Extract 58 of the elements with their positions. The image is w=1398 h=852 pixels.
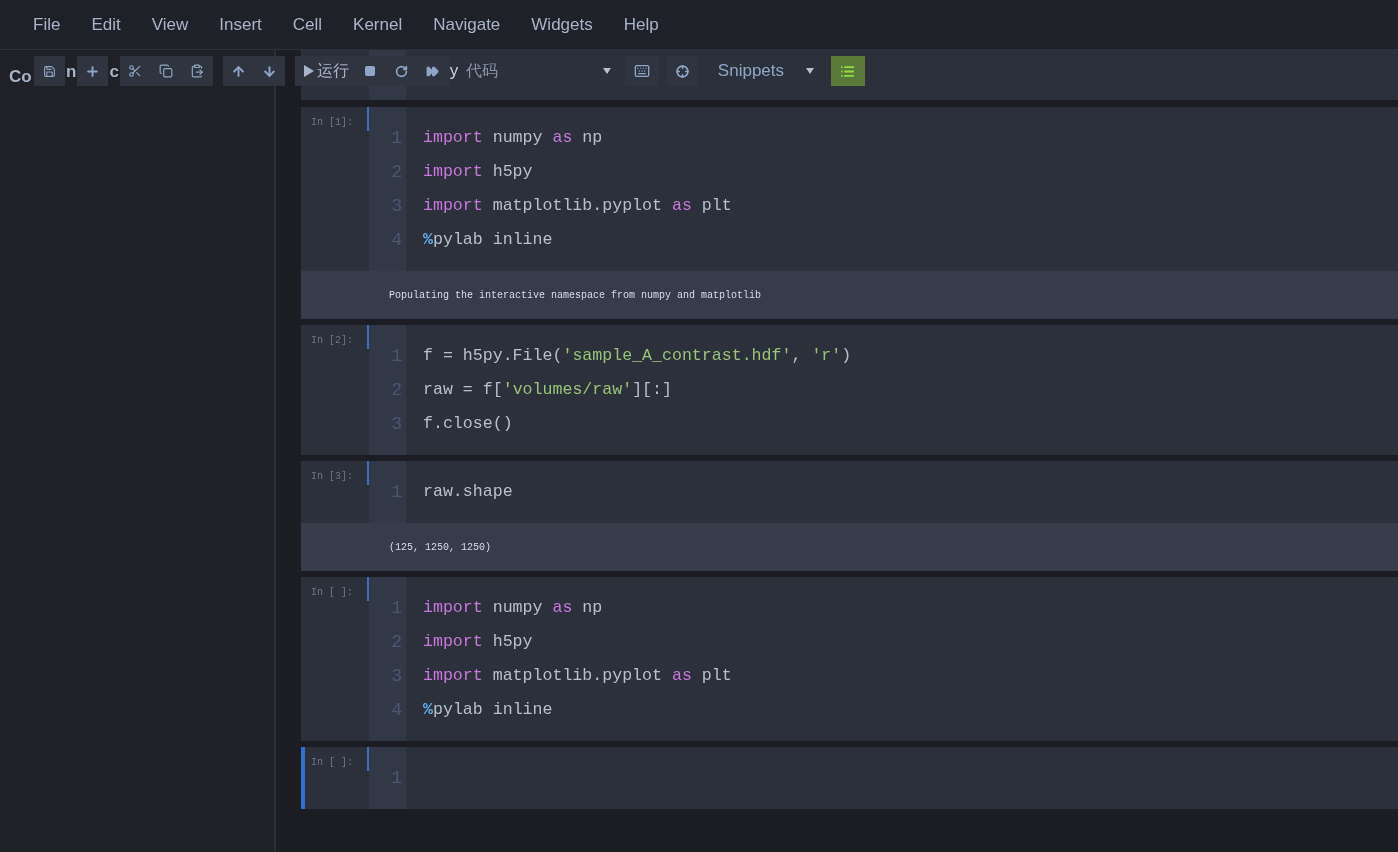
restart-icon (394, 64, 408, 78)
menu-item[interactable]: Kernel (341, 6, 415, 43)
code-line: import matplotlib.pyplot as plt (423, 665, 732, 687)
keyboard-button[interactable] (624, 56, 659, 86)
cell-prompt: In [ ]: (310, 586, 353, 600)
menu-item[interactable]: View (139, 6, 201, 43)
code-line: %pylab inline (423, 699, 553, 721)
scissors-icon (128, 64, 143, 78)
copy-icon (159, 64, 174, 78)
paste-icon (190, 64, 205, 78)
caret-icon (602, 68, 611, 74)
menu-item[interactable]: Edit (79, 6, 133, 43)
toc-button[interactable] (830, 56, 865, 86)
sidebar-title: c (108, 60, 120, 83)
cell-output: Populating the interactive namespace from numpy and matplotlib (389, 288, 762, 303)
code-line: f = h5py.File('sample_A_contrast.hdf', 'r') (423, 345, 852, 367)
prompt-marker (367, 461, 369, 485)
plus-icon (85, 63, 101, 79)
code-line: import numpy as np (423, 127, 603, 149)
menu-item[interactable]: Widgets (519, 6, 605, 43)
code-line: raw.shape (423, 481, 513, 503)
prompt-marker (367, 107, 369, 131)
caret-icon (805, 68, 814, 74)
cell-output: (125, 1250, 1250) (389, 540, 492, 555)
code-line: import matplotlib.pyplot as plt (423, 195, 732, 217)
menu-item[interactable]: Help (611, 6, 671, 43)
cell-prompt: In [ ]: (310, 756, 353, 770)
menu-item[interactable]: Cell (280, 6, 335, 43)
fast-forward-icon (425, 64, 439, 78)
prompt-marker (367, 577, 369, 601)
keyboard-icon (633, 63, 650, 79)
crosshair-icon (675, 64, 689, 78)
save-icon (43, 64, 56, 78)
play-icon (303, 65, 314, 77)
code-line: import h5py (423, 631, 533, 653)
code-line: import h5py (423, 161, 533, 183)
code-line: f.close() (423, 413, 513, 435)
menu-item[interactable]: File (21, 6, 73, 43)
prompt-marker (367, 325, 369, 349)
code-line: %pylab inline (423, 229, 553, 251)
sidebar-title: n (65, 60, 78, 83)
menu-item[interactable]: Insert (207, 6, 274, 43)
stop-icon (364, 65, 377, 77)
run-button[interactable]: 运行 (294, 56, 355, 86)
cell-prompt: In [1]: (310, 116, 353, 130)
list-icon (840, 63, 856, 79)
prompt-marker (367, 747, 369, 771)
add-cell-button[interactable] (77, 56, 109, 86)
arrow-down-icon (261, 63, 277, 79)
menu-item[interactable]: Navigate (421, 6, 513, 43)
save-button[interactable] (34, 56, 65, 86)
crosshair-button[interactable] (666, 56, 698, 86)
code-line: import numpy as np (423, 597, 603, 619)
sidebar-title: Co (9, 66, 32, 88)
code-line: raw = f['volumes/raw'][:] (423, 379, 672, 401)
cell-prompt: In [3]: (310, 470, 353, 484)
toolbar-fragment: y (449, 60, 460, 83)
cell-prompt: In [2]: (310, 334, 353, 348)
